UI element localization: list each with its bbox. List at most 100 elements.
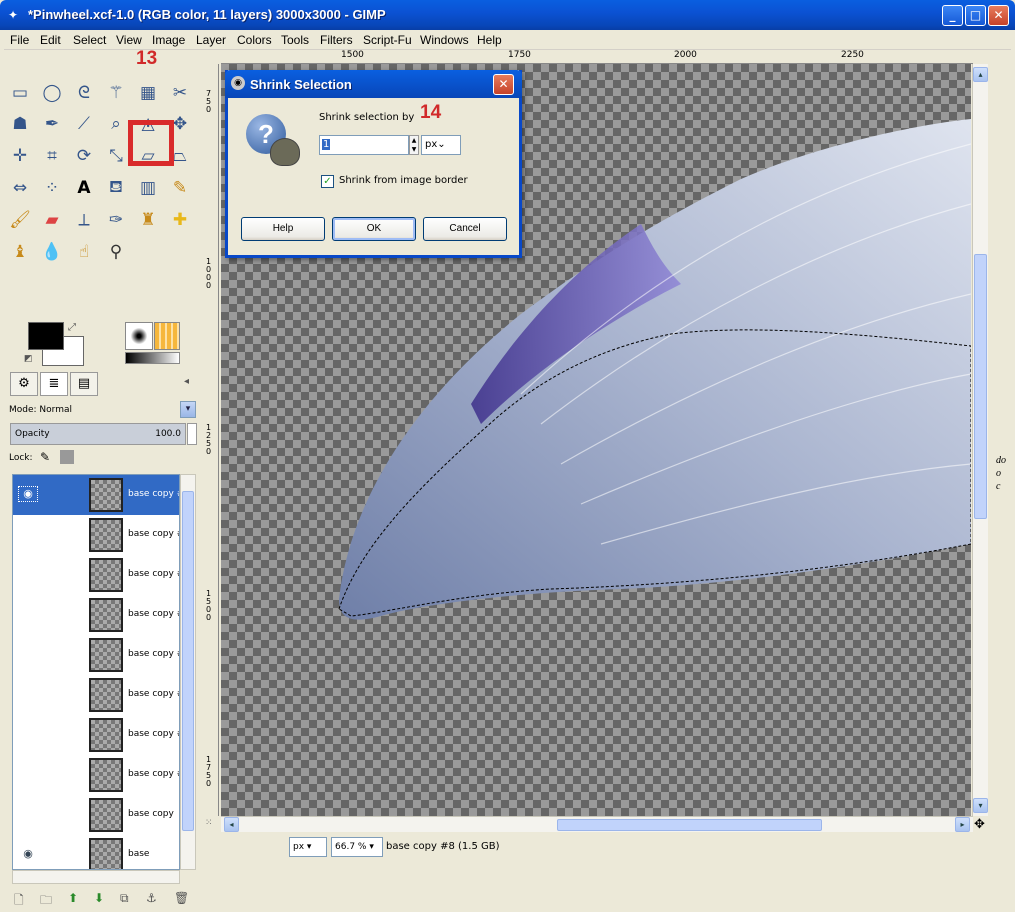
align-icon[interactable]: ✛ <box>6 142 34 170</box>
dialog-close-button[interactable]: ✕ <box>493 74 514 95</box>
mode-dropdown-icon[interactable]: ▾ <box>180 401 196 418</box>
navigate-icon[interactable]: ✥ <box>974 817 985 832</box>
maximize-button[interactable]: □ <box>965 5 986 26</box>
ellipse-select-icon[interactable]: ◯ <box>38 79 66 107</box>
menu-colors[interactable]: Colors <box>237 33 272 47</box>
clone-icon[interactable]: ♜ <box>134 206 162 234</box>
menu-help[interactable]: Help <box>477 33 502 47</box>
opacity-slider[interactable]: Opacity 100.0 <box>10 423 186 445</box>
minimize-button[interactable]: _ <box>942 5 963 26</box>
paintbrush-icon[interactable]: 🖌 <box>6 206 34 234</box>
heal-icon[interactable]: ✚ <box>166 206 194 234</box>
duplicate-layer-icon[interactable]: ⧉ <box>120 891 129 906</box>
brush-preview[interactable] <box>125 322 153 350</box>
scroll-left-icon[interactable]: ◂ <box>224 817 239 832</box>
cancel-button[interactable]: Cancel <box>423 217 507 241</box>
swap-colors-icon[interactable]: ⤢ <box>68 322 76 333</box>
new-layer-group-icon[interactable]: 🗀 <box>40 891 52 912</box>
shrink-amount-input[interactable]: 1 <box>319 135 409 155</box>
shrink-border-label[interactable]: Shrink from image border <box>339 175 468 186</box>
free-select-icon[interactable]: ᘓ <box>70 79 98 107</box>
ok-button[interactable]: OK <box>332 217 416 241</box>
menu-select[interactable]: Select <box>73 33 106 47</box>
dock-menu-icon[interactable]: ◂ <box>184 376 189 387</box>
lock-pixels-icon[interactable]: ✎ <box>40 450 50 464</box>
paths-icon[interactable]: ✒ <box>38 110 66 138</box>
canvas-hscrollbar[interactable]: ◂ ▸ <box>221 816 973 832</box>
shrink-amount-spinner[interactable]: ▲ ▼ <box>409 135 419 155</box>
layer-row[interactable]: base copy # <box>13 635 179 675</box>
menu-filters[interactable]: Filters <box>320 33 353 47</box>
scroll-down-icon[interactable]: ▾ <box>973 798 988 813</box>
layers-hscrollbar[interactable] <box>12 870 180 884</box>
color-select-icon[interactable]: ▦ <box>134 79 162 107</box>
pencil-icon[interactable]: ✎ <box>166 174 194 202</box>
airbrush-icon[interactable]: ⟂ <box>70 206 98 234</box>
quick-mask-icon[interactable]: ⁙ <box>205 818 213 828</box>
scroll-right-icon[interactable]: ▸ <box>955 817 970 832</box>
menu-file[interactable]: File <box>10 33 29 47</box>
layer-row[interactable]: base copy # <box>13 595 179 635</box>
new-layer-icon[interactable]: 🗋 <box>14 891 24 912</box>
smudge-icon[interactable]: ☝ <box>70 238 98 266</box>
unit-select[interactable]: px ▾ <box>289 837 327 857</box>
layer-row[interactable]: base copy # <box>13 515 179 555</box>
help-button[interactable]: Help <box>241 217 325 241</box>
shrink-unit-select[interactable]: px⌄ <box>421 135 461 155</box>
scissors-select-icon[interactable]: ✂ <box>166 79 194 107</box>
layer-row[interactable]: base copy # <box>13 555 179 595</box>
pattern-preview[interactable] <box>154 322 180 350</box>
cage-icon[interactable]: ⁘ <box>38 174 66 202</box>
menu-script-fu[interactable]: Script-Fu <box>363 33 412 47</box>
canvas-hscroll-thumb[interactable] <box>557 819 822 831</box>
menu-windows[interactable]: Windows <box>420 33 469 47</box>
gradient-preview[interactable] <box>125 352 180 364</box>
ink-icon[interactable]: ✑ <box>102 206 130 234</box>
rect-select-icon[interactable]: ▭ <box>6 79 34 107</box>
anchor-layer-icon[interactable]: ⚓ <box>146 891 157 905</box>
opacity-spinner[interactable] <box>187 423 197 445</box>
menu-image[interactable]: Image <box>152 33 185 47</box>
layer-row[interactable]: base copy # <box>13 675 179 715</box>
layer-row[interactable]: ◉ base copy # <box>13 475 179 515</box>
layer-row[interactable]: ◉ base <box>13 835 179 869</box>
scale-icon[interactable]: ⤡ <box>102 142 130 170</box>
bucket-fill-icon[interactable]: ⛾ <box>102 174 130 202</box>
eye-icon[interactable]: ◉ <box>18 486 38 502</box>
layer-row[interactable]: base copy <box>13 795 179 835</box>
color-picker-icon[interactable]: ⟋ <box>70 110 98 138</box>
rotate-icon[interactable]: ⟳ <box>70 142 98 170</box>
menu-edit[interactable]: Edit <box>40 33 61 47</box>
tab-layers[interactable]: ≣ <box>40 372 68 396</box>
foreground-select-icon[interactable]: ☗ <box>6 110 34 138</box>
eraser-icon[interactable]: ▰ <box>38 206 66 234</box>
lower-layer-icon[interactable]: ⬇ <box>94 891 104 905</box>
layer-row[interactable]: base copy # <box>13 755 179 795</box>
gimp-app-icon[interactable]: ✦ <box>8 8 22 22</box>
shrink-border-checkbox[interactable]: ✓ <box>321 175 334 188</box>
delete-layer-icon[interactable]: 🗑 <box>174 891 189 905</box>
fuzzy-select-icon[interactable]: ⚚ <box>102 79 130 107</box>
eye-icon[interactable]: ◉ <box>19 847 37 861</box>
text-icon[interactable]: A <box>70 174 98 202</box>
zoom-select[interactable]: 66.7 % ▾ <box>331 837 383 857</box>
tab-tool-options[interactable]: ⚙ <box>10 372 38 396</box>
layer-row[interactable]: base copy # <box>13 715 179 755</box>
zoom-icon[interactable]: ⌕ <box>102 110 130 138</box>
menu-layer[interactable]: Layer <box>196 33 226 47</box>
flip-icon[interactable]: ⇔ <box>6 174 34 202</box>
canvas-vscrollbar[interactable]: ▴ ▾ <box>972 64 988 816</box>
layers-scroll-thumb[interactable] <box>182 491 194 831</box>
mode-select[interactable]: Mode: Normal <box>9 405 72 415</box>
menu-view[interactable]: View <box>116 33 142 47</box>
crop-icon[interactable]: ⌗ <box>38 142 66 170</box>
layers-scrollbar[interactable] <box>180 474 196 870</box>
scroll-up-icon[interactable]: ▴ <box>973 67 988 82</box>
raise-layer-icon[interactable]: ⬆ <box>68 891 78 905</box>
dodge-burn-icon[interactable]: ⚲ <box>102 238 130 266</box>
blend-icon[interactable]: ▥ <box>134 174 162 202</box>
foreground-color-swatch[interactable] <box>28 322 64 350</box>
canvas-vscroll-thumb[interactable] <box>974 254 987 519</box>
menu-tools[interactable]: Tools <box>281 33 309 47</box>
blur-icon[interactable]: 💧 <box>38 238 66 266</box>
